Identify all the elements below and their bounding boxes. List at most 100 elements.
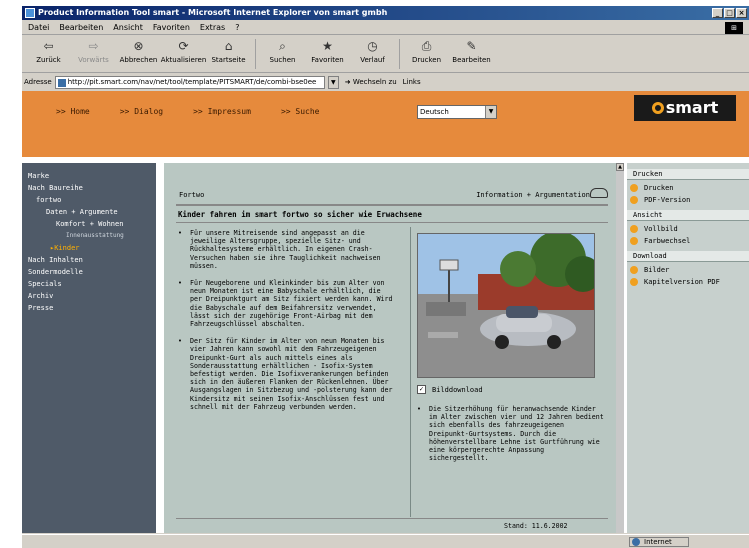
panel-link-farbwechsel[interactable]: Farbwechsel bbox=[627, 237, 749, 245]
panel-link-label: Vollbild bbox=[644, 225, 678, 233]
language-select[interactable]: Deutsch ▼ bbox=[417, 105, 497, 119]
orange-bullet-icon bbox=[630, 184, 638, 192]
menu-file[interactable]: Datei bbox=[28, 21, 49, 34]
panel-heading: Drucken bbox=[627, 169, 749, 180]
sidebar-item-label: Innenausstattung bbox=[66, 232, 124, 239]
scroll-up-icon[interactable]: ▲ bbox=[616, 163, 624, 171]
toolbar-label: Drucken bbox=[411, 56, 442, 64]
menu-help[interactable]: ? bbox=[235, 21, 239, 34]
panel-link-label: Drucken bbox=[644, 184, 674, 192]
column-divider bbox=[410, 227, 411, 517]
sidebar-item-komfort-wohnen[interactable]: Komfort + Wohnen bbox=[22, 218, 156, 230]
back-arrow-icon: ⇦ bbox=[43, 39, 54, 53]
download-checkbox[interactable]: ✓ bbox=[417, 385, 426, 394]
menu-extras[interactable]: Extras bbox=[200, 21, 225, 34]
bullet-list: • Für unsere Mitreisende sind angepasst a… bbox=[178, 229, 394, 420]
sidebar-item-innenausstattung[interactable]: Innenausstattung bbox=[22, 230, 156, 242]
sidebar-item-daten-argumente[interactable]: Daten + Argumente bbox=[22, 206, 156, 218]
sidebar-item-label: Kinder bbox=[54, 244, 80, 252]
toolbar-label: Favoriten bbox=[311, 56, 344, 64]
nav-dialog[interactable]: >> Dialog bbox=[120, 107, 163, 116]
panel-link-kapitelversion-pdf[interactable]: Kapitelversion PDF bbox=[627, 278, 749, 286]
child-seat-photo[interactable] bbox=[417, 233, 595, 378]
toolbar-button-stop[interactable]: ⊗ Abbrechen bbox=[116, 36, 161, 64]
smart-logo[interactable]: smart bbox=[634, 95, 736, 121]
minimize-button[interactable]: _ bbox=[712, 8, 723, 18]
sidebar-item-kinder[interactable]: ▸Kinder bbox=[22, 242, 156, 254]
close-button[interactable]: × bbox=[736, 8, 747, 18]
site-header: >> Home >> Dialog >> Impressum >> Suche … bbox=[22, 91, 749, 161]
stop-icon: ⊗ bbox=[133, 39, 144, 53]
toolbar-button-edit[interactable]: ✎ Bearbeiten bbox=[449, 36, 494, 64]
browser-window: Product Information Tool smart - Microso… bbox=[22, 6, 749, 548]
go-label: Wechseln zu bbox=[352, 78, 397, 86]
bilddownload-option[interactable]: ✓ Bilddownload bbox=[417, 385, 483, 394]
sidebar-item-archiv[interactable]: Archiv bbox=[22, 290, 156, 302]
orange-bullet-icon bbox=[630, 278, 638, 286]
security-zone: Internet bbox=[629, 537, 689, 547]
toolbar-button-back-arrow[interactable]: ⇦ Zurück bbox=[26, 36, 71, 64]
smart-logo-mark-icon bbox=[651, 102, 664, 114]
toolbar-button-search[interactable]: ⌕ Suchen bbox=[260, 36, 305, 64]
toolbar-button-refresh[interactable]: ⟳ Aktualisieren bbox=[160, 36, 207, 64]
toolbar-button-history[interactable]: ◷ Verlauf bbox=[350, 36, 395, 64]
sidebar-item-label: Marke bbox=[28, 172, 50, 180]
favorites-icon: ★ bbox=[322, 39, 333, 53]
sidebar-item-nach-baureihe[interactable]: Nach Baureihe bbox=[22, 182, 156, 194]
panel-link-bilder[interactable]: Bilder bbox=[627, 266, 749, 274]
sidebar-item-label: Archiv bbox=[28, 292, 54, 300]
top-navigation: >> Home >> Dialog >> Impressum >> Suche bbox=[56, 107, 320, 116]
zone-label: Internet bbox=[644, 538, 672, 546]
toolbar-label: Startseite bbox=[211, 56, 246, 64]
content-scrollbar[interactable]: ▲ bbox=[616, 163, 624, 533]
nav-home[interactable]: >> Home bbox=[56, 107, 90, 116]
toolbar-label: Vorwärts bbox=[78, 56, 109, 64]
divider bbox=[176, 518, 608, 519]
sidebar-item-fortwo[interactable]: fortwo bbox=[22, 194, 156, 206]
nav-suche[interactable]: >> Suche bbox=[281, 107, 320, 116]
menu-view[interactable]: Ansicht bbox=[113, 21, 143, 34]
sidebar-item-label: Nach Inhalten bbox=[28, 256, 83, 264]
panel-heading: Ansicht bbox=[627, 210, 749, 221]
history-icon: ◷ bbox=[367, 39, 378, 53]
bullet-icon: • bbox=[178, 337, 182, 346]
toolbar-label: Aktualisieren bbox=[160, 56, 207, 64]
sidebar-item-specials[interactable]: Specials bbox=[22, 278, 156, 290]
sidebar-item-nach-inhalten[interactable]: Nach Inhalten bbox=[22, 254, 156, 266]
orange-bullet-icon bbox=[630, 225, 638, 233]
toolbar-button-favorites[interactable]: ★ Favoriten bbox=[305, 36, 350, 64]
panel-link-vollbild[interactable]: Vollbild bbox=[627, 225, 749, 233]
windows-logo-icon: ⊞ bbox=[725, 22, 743, 34]
page-title: Kinder fahren im smart fortwo so sicher … bbox=[178, 210, 422, 219]
divider bbox=[176, 222, 608, 223]
nav-impressum[interactable]: >> Impressum bbox=[193, 107, 251, 116]
panel-link-label: Farbwechsel bbox=[644, 237, 691, 245]
list-item: • Für Neugeborene und Kleinkinder bis zum… bbox=[178, 279, 393, 329]
toolbar-button-home[interactable]: ⌂ Startseite bbox=[206, 36, 251, 64]
address-dropdown-icon[interactable]: ▼ bbox=[327, 75, 339, 89]
car-icon bbox=[590, 188, 608, 198]
panel-link-pdf-version[interactable]: PDF-Version bbox=[627, 196, 749, 204]
divider bbox=[176, 204, 608, 206]
toolbar-button-forward-arrow[interactable]: ⇨ Vorwärts bbox=[71, 36, 116, 64]
toolbar-button-print[interactable]: ⎙ Drucken bbox=[404, 36, 449, 64]
sidebar-item-marke[interactable]: Marke bbox=[22, 170, 156, 182]
links-button[interactable]: Links bbox=[403, 78, 421, 86]
edit-icon: ✎ bbox=[466, 39, 477, 53]
sidebar-item-presse[interactable]: Presse bbox=[22, 302, 156, 314]
address-input[interactable]: http://pit.smart.com/nav/net/tool/templa… bbox=[54, 75, 325, 89]
toolbar-label: Verlauf bbox=[360, 56, 385, 64]
panel-link-drucken[interactable]: Drucken bbox=[627, 184, 749, 192]
logo-text: smart bbox=[665, 98, 719, 117]
sidebar-item-sondermodelle[interactable]: Sondermodelle bbox=[22, 266, 156, 278]
utility-panel: Drucken Drucken PDF-Version Ansicht Vollbild… bbox=[627, 163, 749, 533]
sidebar-item-label: Specials bbox=[28, 280, 62, 288]
list-item: • Für unsere Mitreisende sind angepasst a… bbox=[178, 229, 381, 270]
go-button[interactable]: ➜ Wechseln zu bbox=[342, 78, 400, 86]
menu-favorites[interactable]: Favoriten bbox=[153, 21, 190, 34]
breadcrumb: Fortwo Information + Argumentation bbox=[176, 188, 608, 202]
maximize-button[interactable]: □ bbox=[724, 8, 735, 18]
menu-edit[interactable]: Bearbeiten bbox=[59, 21, 103, 34]
language-value: Deutsch bbox=[420, 108, 449, 116]
sidebar-item-label: Sondermodelle bbox=[28, 268, 83, 276]
